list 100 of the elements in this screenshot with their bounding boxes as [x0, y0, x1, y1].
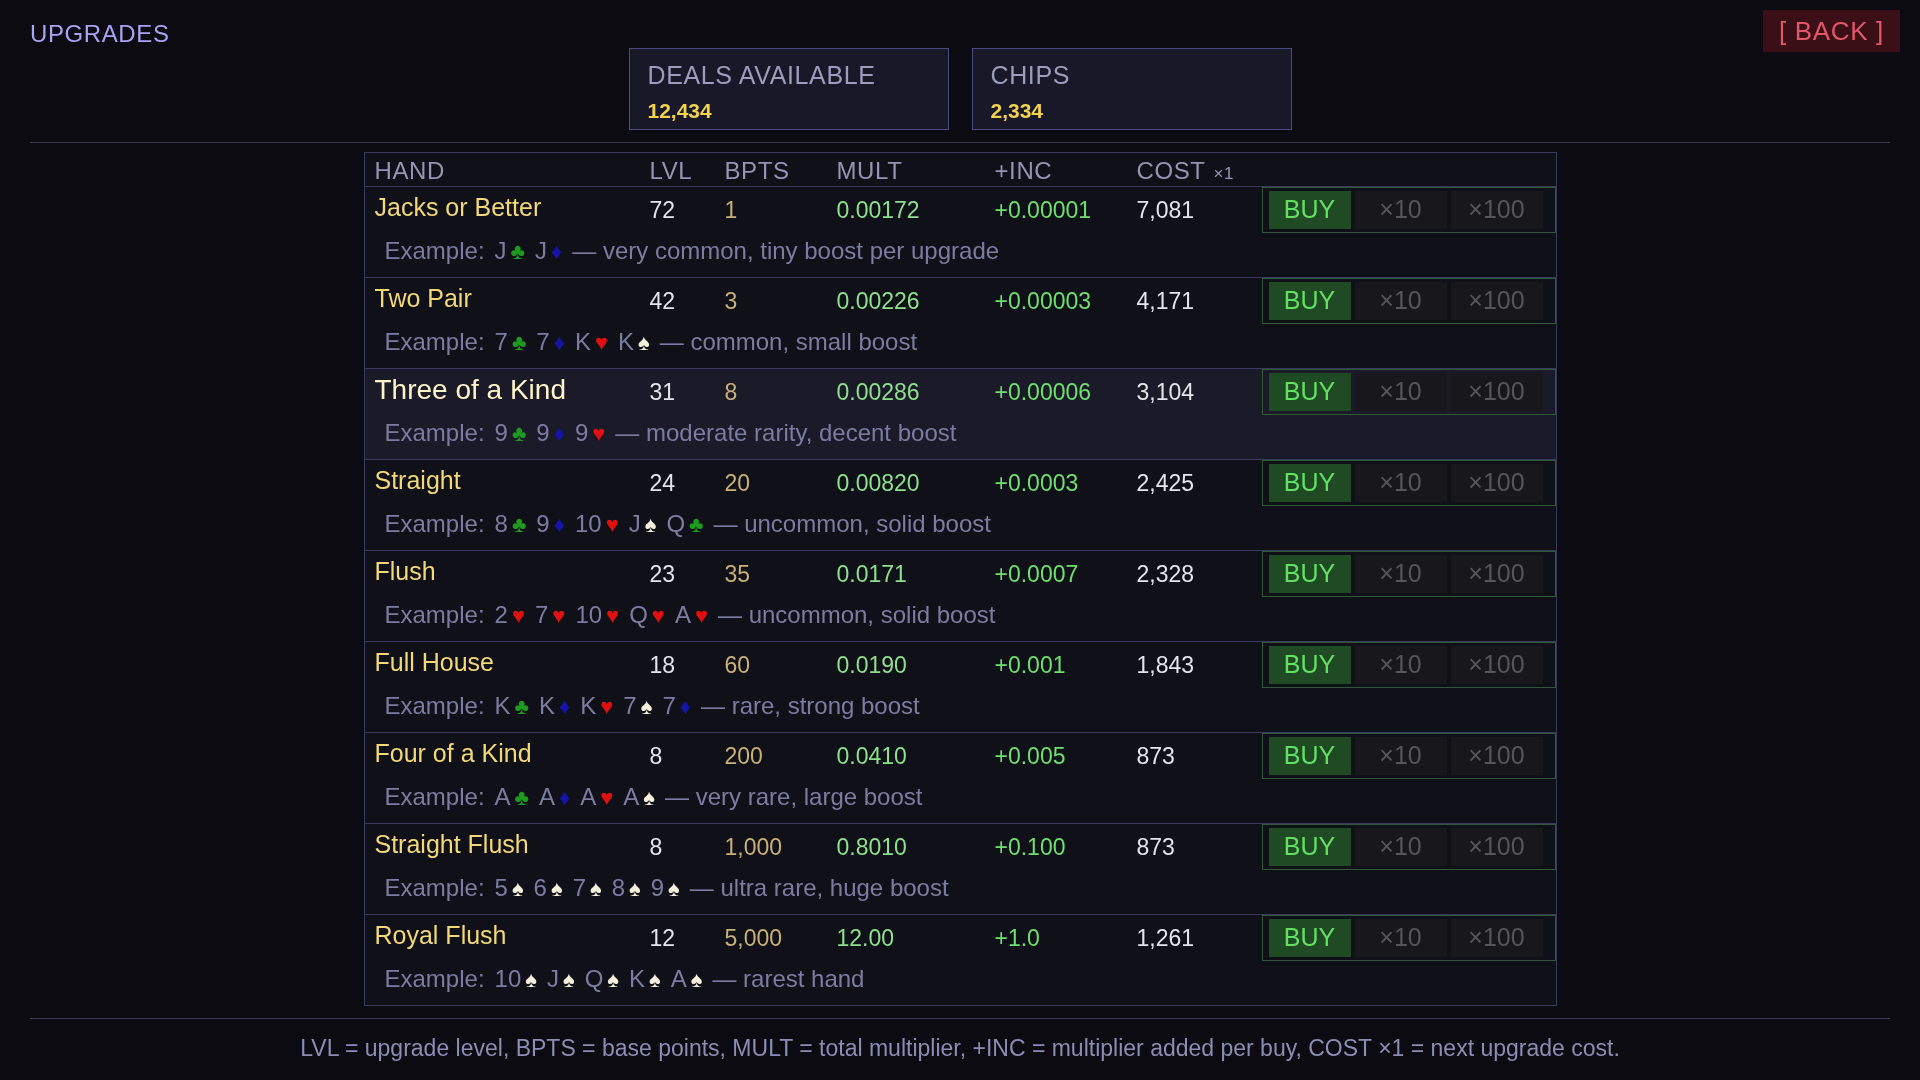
cost-cell-text: 7,081 — [1136, 195, 1196, 225]
hand-name: Royal Flush — [374, 920, 507, 952]
base-points-cell-text: 8 — [724, 377, 739, 407]
base-points-cell-text: 60 — [724, 650, 752, 680]
suit-icon: ♦ — [553, 507, 565, 541]
suit-icon: ♣ — [511, 325, 527, 359]
card-rank: 10 — [494, 964, 522, 994]
base-points-cell-text: 5,000 — [724, 923, 784, 953]
card-rank: K — [494, 691, 511, 721]
card-rank: 10 — [575, 600, 603, 630]
hand-name: Three of a Kind — [374, 373, 566, 407]
increment-cell-text: +0.00003 — [994, 286, 1093, 316]
card-rank: 9 — [650, 873, 665, 903]
card-rank: K — [629, 964, 645, 994]
buy-button[interactable]: BUY — [1268, 464, 1351, 502]
buy-button[interactable]: BUY — [1268, 282, 1351, 320]
cost-cell-text: 2,328 — [1136, 559, 1196, 589]
card-rank: K — [574, 327, 591, 357]
suit-icon: ♣ — [511, 416, 527, 450]
example-note: — rarest hand — [712, 964, 865, 994]
stat-value: 2,334 — [990, 97, 1045, 124]
cost-cell-text: 2,425 — [1136, 468, 1196, 498]
suit-icon: ♠ — [638, 325, 650, 359]
buy-button[interactable]: BUY — [1268, 737, 1351, 775]
increment-cell-text: +0.0003 — [994, 468, 1080, 498]
buy-button[interactable]: BUY — [1268, 828, 1351, 866]
suit-icon: ♦ — [551, 234, 563, 268]
example-label: Example: — [384, 782, 485, 812]
level-cell-text: 8 — [649, 741, 664, 771]
suit-icon: ♦ — [559, 689, 571, 723]
example-note: — very rare, large boost — [665, 782, 923, 812]
suit-icon: ♠ — [590, 871, 602, 905]
cost-cell-text: 873 — [1136, 741, 1176, 771]
level-cell-text: 31 — [649, 377, 677, 407]
suit-icon: ♠ — [690, 962, 703, 996]
suit-icon: ♥ — [606, 598, 620, 632]
column-header: BPTS — [724, 156, 791, 186]
cost-cell-text: 3,104 — [1136, 377, 1196, 407]
buy-button[interactable]: BUY — [1268, 919, 1351, 957]
increment-cell-text: +0.0007 — [994, 559, 1080, 589]
suit-icon: ♥ — [594, 325, 608, 359]
level-cell-text: 24 — [649, 468, 677, 498]
suit-icon: ♠ — [668, 871, 680, 905]
card-rank: K — [539, 691, 555, 721]
suit-icon: ♦ — [559, 780, 571, 814]
suit-icon: ♠ — [607, 962, 619, 996]
buy-button[interactable]: BUY — [1268, 646, 1351, 684]
level-cell-text: 8 — [649, 832, 664, 862]
suit-icon: ♥ — [694, 598, 708, 632]
card-rank: 7 — [572, 873, 586, 903]
card-rank: Q — [666, 509, 686, 539]
suit-icon: ♣ — [514, 780, 529, 814]
column-header: COST ×1 — [1136, 156, 1236, 186]
base-points-cell-text: 200 — [724, 741, 764, 771]
buy-button[interactable]: BUY — [1268, 191, 1351, 229]
example-note: — moderate rarity, decent boost — [615, 418, 957, 448]
card-rank: Q — [584, 964, 604, 994]
suit-icon: ♠ — [550, 871, 563, 905]
card-rank: A — [494, 782, 511, 812]
hand-name: Full House — [374, 647, 494, 679]
increment-cell-text: +1.0 — [994, 923, 1041, 953]
hand-name: Two Pair — [374, 283, 472, 315]
increment-cell-text: +0.100 — [994, 832, 1067, 862]
back-button[interactable]: [ BACK ] — [1763, 10, 1900, 52]
card-rank: 9 — [536, 418, 550, 448]
buy-button[interactable]: BUY — [1268, 373, 1351, 411]
card-rank: A — [539, 782, 555, 812]
suit-icon: ♥ — [511, 598, 525, 632]
suit-icon: ♠ — [649, 962, 661, 996]
card-rank: A — [623, 782, 640, 812]
card-rank: 9 — [536, 509, 550, 539]
base-points-cell-text: 3 — [724, 286, 739, 316]
base-points-cell-text: 20 — [724, 468, 752, 498]
suit-icon: ♥ — [600, 689, 614, 723]
suit-icon: ♣ — [689, 507, 704, 541]
card-rank: 7 — [536, 327, 550, 357]
legend-text: LVL = upgrade level, BPTS = base points, MULT = total multiplier, +INC = multiplier added per buy, COST ×1 = next upgrade cost. — [300, 1034, 1620, 1063]
example-label: Example: — [384, 509, 485, 539]
base-points-cell-text: 1,000 — [724, 832, 784, 862]
hand-name: Flush — [374, 556, 436, 588]
example-note: — common, small boost — [659, 327, 918, 357]
example-note: — ultra rare, huge boost — [689, 873, 949, 903]
suit-icon: ♦ — [553, 416, 565, 450]
cost-cell-text: 1,843 — [1136, 650, 1196, 680]
suit-icon: ♠ — [511, 871, 524, 905]
hand-name: Four of a Kind — [374, 738, 532, 770]
stat-value: 12,434 — [647, 97, 713, 124]
suit-icon: ♠ — [640, 689, 653, 723]
card-rank: 7 — [494, 327, 508, 357]
buy-button[interactable]: BUY — [1268, 555, 1351, 593]
example-label: Example: — [384, 873, 485, 903]
example-label: Example: — [384, 964, 485, 994]
suit-icon: ♠ — [644, 507, 657, 541]
multiplier-cell-text: 0.0190 — [836, 650, 908, 680]
increment-cell-text: +0.00001 — [994, 195, 1093, 225]
multiplier-cell-text: 0.00820 — [836, 468, 921, 498]
example-label: Example: — [384, 600, 485, 630]
card-rank: K — [618, 327, 635, 357]
cost-cell-text: 4,171 — [1136, 286, 1196, 316]
suit-icon: ♥ — [592, 416, 606, 450]
